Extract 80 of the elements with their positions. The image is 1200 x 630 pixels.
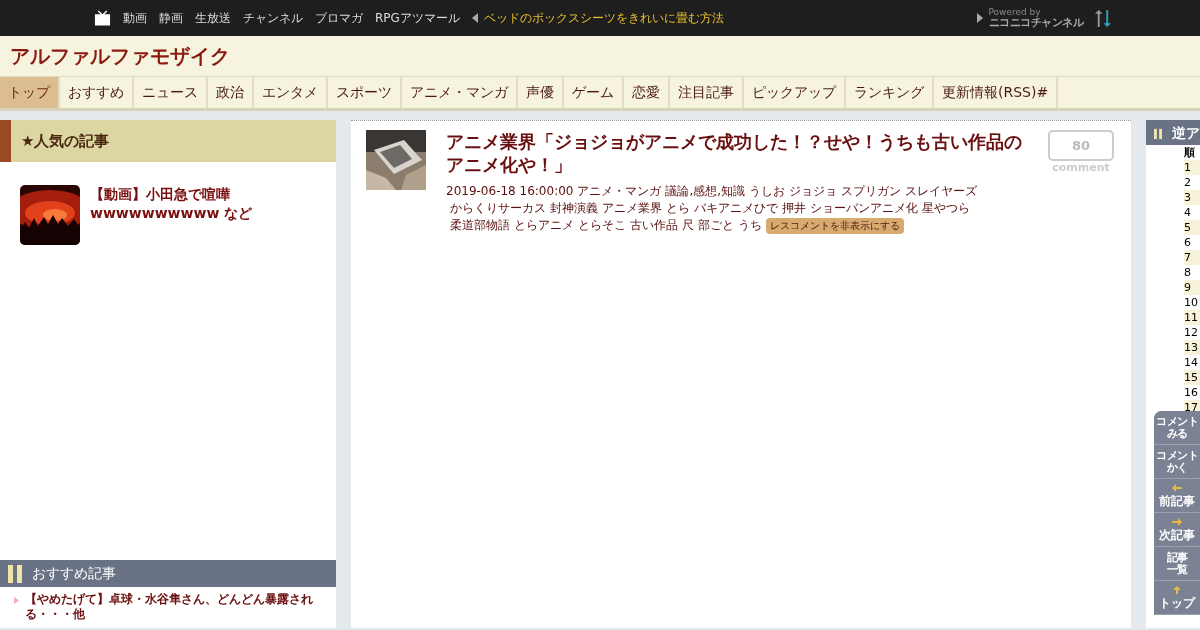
nav-tab[interactable]: 注目記事 <box>670 77 744 108</box>
tag-link[interactable]: 星やつら <box>922 201 970 215</box>
rank-number: 6 <box>1184 235 1192 250</box>
rank-number: 8 <box>1184 265 1192 280</box>
tag-link[interactable]: 押井 <box>782 201 806 215</box>
article-link[interactable]: 【やめたげて】卓球・水谷隼さん、どんどん暴露される・・・他 <box>25 592 326 622</box>
nav-tab[interactable]: スポーツ <box>328 77 402 108</box>
powered-by-text: Powered by <box>988 8 1041 17</box>
rank-number: 14 <box>1184 355 1199 370</box>
tag-link[interactable]: 柔道部物語 <box>450 218 510 232</box>
bullet-icon <box>14 597 19 604</box>
column-header: 順 <box>1184 145 1196 160</box>
nav-tab[interactable]: 更新情報(RSS)# <box>934 77 1059 108</box>
nav-link[interactable]: ブロマガ <box>315 9 363 27</box>
nav-tab[interactable]: ランキング <box>846 77 934 108</box>
tag-link[interactable]: ジョジョ <box>789 184 838 198</box>
rank-number: 11 <box>1184 310 1200 325</box>
nav-link[interactable]: 静画 <box>159 9 183 27</box>
rank-number: 2 <box>1184 175 1192 190</box>
section-title: ★人気の記事 <box>21 131 110 151</box>
nav-link[interactable]: RPGアツマール <box>375 9 460 27</box>
rank-number: 3 <box>1184 190 1200 205</box>
triangle-right-icon <box>976 13 983 23</box>
nav-link[interactable]: 動画 <box>123 9 147 27</box>
arrows-icon[interactable] <box>1093 9 1112 27</box>
rank-number: 15 <box>1184 370 1200 385</box>
tag-link[interactable]: とらアニメ <box>514 218 574 232</box>
site-title[interactable]: アルファルファモザイク <box>10 42 230 70</box>
tag-link[interactable]: スプリガン <box>841 184 902 198</box>
article-title[interactable]: アニメ業界「ジョジョがアニメで成功した！？せや！うちも古い作品のアニメ化や！」 <box>446 130 1026 176</box>
rank-number: 4 <box>1184 205 1192 220</box>
tag-link[interactable]: 尺 <box>682 218 694 232</box>
tag-link[interactable]: バキアニメひで <box>694 201 778 215</box>
nav-tab[interactable]: ニュース <box>134 77 208 108</box>
nav-link[interactable]: チャンネル <box>243 9 303 27</box>
arrow-left-icon <box>1172 483 1182 492</box>
triangle-left-icon <box>471 13 478 23</box>
tag-link[interactable]: とら <box>666 201 690 215</box>
rank-number: 1 <box>1184 160 1200 175</box>
tag-link[interactable]: 部ごと <box>698 218 734 232</box>
tag-link[interactable]: うち <box>738 218 762 232</box>
side-nav-button[interactable]: コメント みる <box>1154 411 1200 445</box>
tag-link[interactable]: ショーバンアニメ化 <box>810 201 918 215</box>
tv-icon[interactable] <box>94 10 111 26</box>
rank-number: 12 <box>1184 325 1199 340</box>
nav-tab[interactable]: エンタメ <box>254 77 328 108</box>
tag-link[interactable]: からくりサーカス <box>450 201 546 215</box>
tag-link[interactable]: 封神演義 <box>550 201 598 215</box>
nav-tab[interactable]: 声優 <box>518 77 564 108</box>
rank-number: 16 <box>1184 385 1199 400</box>
rank-number: 9 <box>1184 280 1200 295</box>
nav-tab[interactable]: ゲーム <box>564 77 624 108</box>
section-title: 逆ア <box>1172 124 1200 143</box>
nav-tab[interactable]: 政治 <box>208 77 254 108</box>
rank-number: 7 <box>1184 250 1200 265</box>
nav-tab[interactable]: ピックアップ <box>744 77 846 108</box>
article-link[interactable]: 【動画】小田急で喧嘩wwwwwwwwww など <box>90 185 326 245</box>
nav-tab[interactable]: トップ <box>0 77 60 108</box>
headline-link[interactable]: ベッドのボックスシーツをきれいに畳む方法 <box>483 9 724 27</box>
rank-number: 10 <box>1184 295 1199 310</box>
tag-link[interactable]: 古い作品 <box>630 218 678 232</box>
tag-link[interactable]: スレイヤーズ <box>905 184 978 198</box>
bars-icon <box>8 564 22 583</box>
rank-number: 13 <box>1184 340 1200 355</box>
tag-link[interactable]: アニメ・マンガ <box>577 184 662 198</box>
nav-tab[interactable]: おすすめ <box>60 77 134 108</box>
tag-link[interactable]: うしお <box>749 184 786 198</box>
tag-link[interactable]: アニメ業界 <box>602 201 662 215</box>
tag-link[interactable]: 議論,感想,知識 <box>665 184 746 198</box>
rank-number: 5 <box>1184 220 1200 235</box>
nav-tab[interactable]: アニメ・マンガ <box>402 77 518 108</box>
post-date: 2019-06-18 16:00:00 <box>446 184 574 198</box>
arrow-up-icon <box>1172 585 1182 594</box>
hide-comments-button[interactable]: レスコメントを非表示にする <box>766 218 904 234</box>
nav-tab[interactable]: 恋愛 <box>624 77 670 108</box>
section-title: おすすめ記事 <box>32 564 116 583</box>
arrow-right-icon <box>1172 517 1182 526</box>
nav-link[interactable]: 生放送 <box>195 9 231 27</box>
tag-link[interactable]: とらそこ <box>578 218 626 232</box>
brand-logo[interactable]: ニコニコチャンネル <box>988 17 1083 28</box>
